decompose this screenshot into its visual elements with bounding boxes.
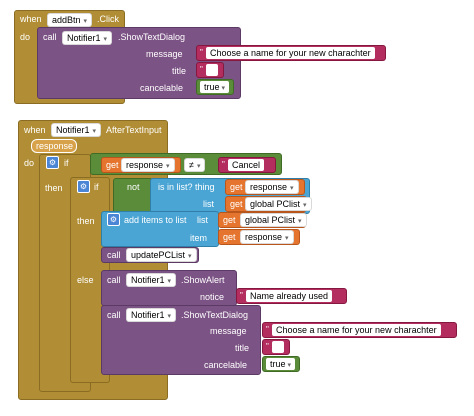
is-in-list-label: is in list? thing <box>158 182 215 192</box>
text-value[interactable] <box>206 64 218 76</box>
variable-dropdown[interactable]: global PClist ▾ <box>245 197 312 211</box>
text-block-title[interactable]: " <box>262 339 290 355</box>
else-label: else <box>77 275 94 285</box>
message-socket-label: message <box>210 326 247 336</box>
chevron-down-icon: ▾ <box>188 253 192 260</box>
boolean-block-cancelable[interactable]: true ▾ <box>262 356 300 372</box>
get-label: get <box>230 199 243 209</box>
boolean-value: true <box>204 82 220 92</box>
method-name: .ShowTextDialog <box>118 32 186 42</box>
boolean-block-cancelable[interactable]: true ▾ <box>196 79 234 95</box>
component-dropdown-addbtn[interactable]: addBtn ▾ <box>47 13 93 27</box>
operator: ≠ <box>189 160 194 170</box>
notifier-dropdown[interactable]: Notifier1 ▾ <box>62 31 113 45</box>
chevron-down-icon: ▾ <box>167 278 172 285</box>
cancelable-socket-label: cancelable <box>140 83 184 93</box>
component-dropdown-notifier[interactable]: Notifier1 ▾ <box>51 123 102 137</box>
notifier-name: Notifier1 <box>67 33 101 43</box>
notifier-dropdown[interactable]: Notifier1 ▾ <box>126 308 177 322</box>
text-block-title[interactable]: " <box>196 62 224 78</box>
then-label: then <box>77 216 95 226</box>
get-label: get <box>223 215 236 225</box>
notifier-dropdown[interactable]: Notifier1 ▾ <box>126 273 177 287</box>
chevron-down-icon: ▾ <box>83 18 88 25</box>
text-block-message[interactable]: " Choose a name for your new charachter <box>196 45 386 61</box>
variable-name: response <box>250 182 288 192</box>
not-label: not <box>127 182 140 192</box>
boolean-dropdown[interactable]: true ▾ <box>266 358 296 370</box>
title-socket-label: title <box>235 343 250 353</box>
event-name: AfterTextInput <box>106 125 162 135</box>
text-value[interactable]: Choose a name for your new charachter <box>272 324 441 336</box>
item-socket-label: item <box>190 233 208 243</box>
do-label: do <box>24 158 35 168</box>
text-value[interactable]: Choose a name for your new charachter <box>206 47 375 59</box>
variable-dropdown[interactable]: response ▾ <box>121 158 175 172</box>
list-socket-label: list <box>203 199 214 209</box>
chevron-down-icon: ▾ <box>103 36 108 43</box>
gear-icon[interactable]: ⚙ <box>46 156 59 169</box>
chevron-down-icon: ▾ <box>298 218 302 225</box>
get-label: get <box>223 232 236 242</box>
chevron-down-icon: ▾ <box>285 235 289 242</box>
procedure-name: updatePCList <box>131 250 186 260</box>
call-label: call <box>43 32 57 42</box>
when-label: when <box>20 14 42 24</box>
text-block-message[interactable]: " Choose a name for your new charachter <box>262 322 457 338</box>
if-label: if <box>94 182 99 192</box>
text-value[interactable]: Name already used <box>246 290 333 302</box>
boolean-value: true <box>270 359 286 369</box>
method-name: .ShowTextDialog <box>181 310 249 320</box>
title-socket-label: title <box>172 66 187 76</box>
variable-name: global PClist <box>250 199 301 209</box>
chevron-down-icon: ▾ <box>221 85 226 92</box>
event-name: .Click <box>97 14 119 24</box>
variable-name: response <box>126 160 164 170</box>
param-label: response <box>36 141 74 151</box>
component-name: addBtn <box>52 15 81 25</box>
variable-dropdown[interactable]: response ▾ <box>245 180 299 194</box>
component-name: Notifier1 <box>56 125 90 135</box>
chevron-down-icon: ▾ <box>166 163 170 170</box>
get-label: get <box>106 160 119 170</box>
message-socket-label: message <box>146 49 183 59</box>
procedure-dropdown[interactable]: updatePCList ▾ <box>126 248 197 262</box>
add-items-label: add items to list <box>124 215 187 225</box>
variable-name: response <box>245 232 283 242</box>
chevron-down-icon: ▾ <box>92 128 97 135</box>
gear-icon[interactable]: ⚙ <box>107 213 120 226</box>
call-label: call <box>107 275 121 285</box>
chevron-down-icon: ▾ <box>196 163 201 170</box>
notice-socket-label: notice <box>200 292 225 302</box>
text-value[interactable]: Cancel <box>228 159 265 171</box>
boolean-dropdown[interactable]: true ▾ <box>200 81 230 93</box>
variable-dropdown[interactable]: global PClist ▾ <box>240 213 307 227</box>
get-label: get <box>230 182 243 192</box>
list-socket-label: list <box>197 215 208 225</box>
call-label: call <box>107 310 121 320</box>
gear-icon[interactable]: ⚙ <box>77 180 90 193</box>
do-label: do <box>20 32 31 42</box>
text-value[interactable] <box>272 341 284 353</box>
operator-dropdown[interactable]: ≠ ▾ <box>184 158 206 172</box>
if-label: if <box>64 158 69 168</box>
when-label: when <box>24 125 46 135</box>
text-block-cancel[interactable]: " Cancel <box>218 157 276 173</box>
chevron-down-icon: ▾ <box>287 362 292 369</box>
variable-name: global PClist <box>245 215 296 225</box>
notifier-name: Notifier1 <box>131 310 165 320</box>
then-label: then <box>45 183 63 193</box>
chevron-down-icon: ▾ <box>167 313 172 320</box>
notifier-name: Notifier1 <box>131 275 165 285</box>
chevron-down-icon: ▾ <box>303 202 307 209</box>
method-name: .ShowAlert <box>181 275 225 285</box>
variable-dropdown[interactable]: response ▾ <box>240 230 294 244</box>
cancelable-socket-label: cancelable <box>204 360 248 370</box>
text-block-notice[interactable]: " Name already used <box>236 288 347 304</box>
call-label: call <box>107 250 121 260</box>
chevron-down-icon: ▾ <box>290 185 294 192</box>
